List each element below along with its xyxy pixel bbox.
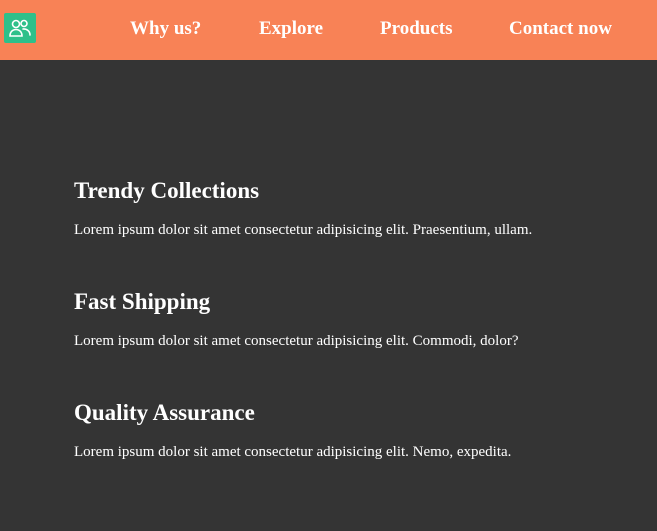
feature-title: Trendy Collections [74,178,260,203]
feature-title: Fast Shipping [74,289,211,314]
feature-title: Quality Assurance [74,400,255,425]
nav-why-us[interactable]: Why us? [130,17,201,41]
feature-fast-shipping: Fast Shipping Lorem ipsum dolor sit amet… [74,288,634,351]
feature-text: Lorem ipsum dolor sit amet consectetur a… [74,444,512,460]
nav-explore[interactable]: Explore [259,17,323,41]
feature-quality-assurance: Quality Assurance Lorem ipsum dolor sit … [74,399,634,462]
nav-contact-now[interactable]: Contact now [509,17,612,41]
users-icon [9,19,31,37]
feature-text: Lorem ipsum dolor sit amet consectetur a… [74,333,519,349]
feature-text: Lorem ipsum dolor sit amet consectetur a… [74,222,533,238]
logo[interactable] [4,13,36,43]
top-navbar: Why us? Explore Products Contact now [0,0,657,60]
nav-products[interactable]: Products [380,17,452,41]
feature-trendy-collections: Trendy Collections Lorem ipsum dolor sit… [74,177,634,240]
